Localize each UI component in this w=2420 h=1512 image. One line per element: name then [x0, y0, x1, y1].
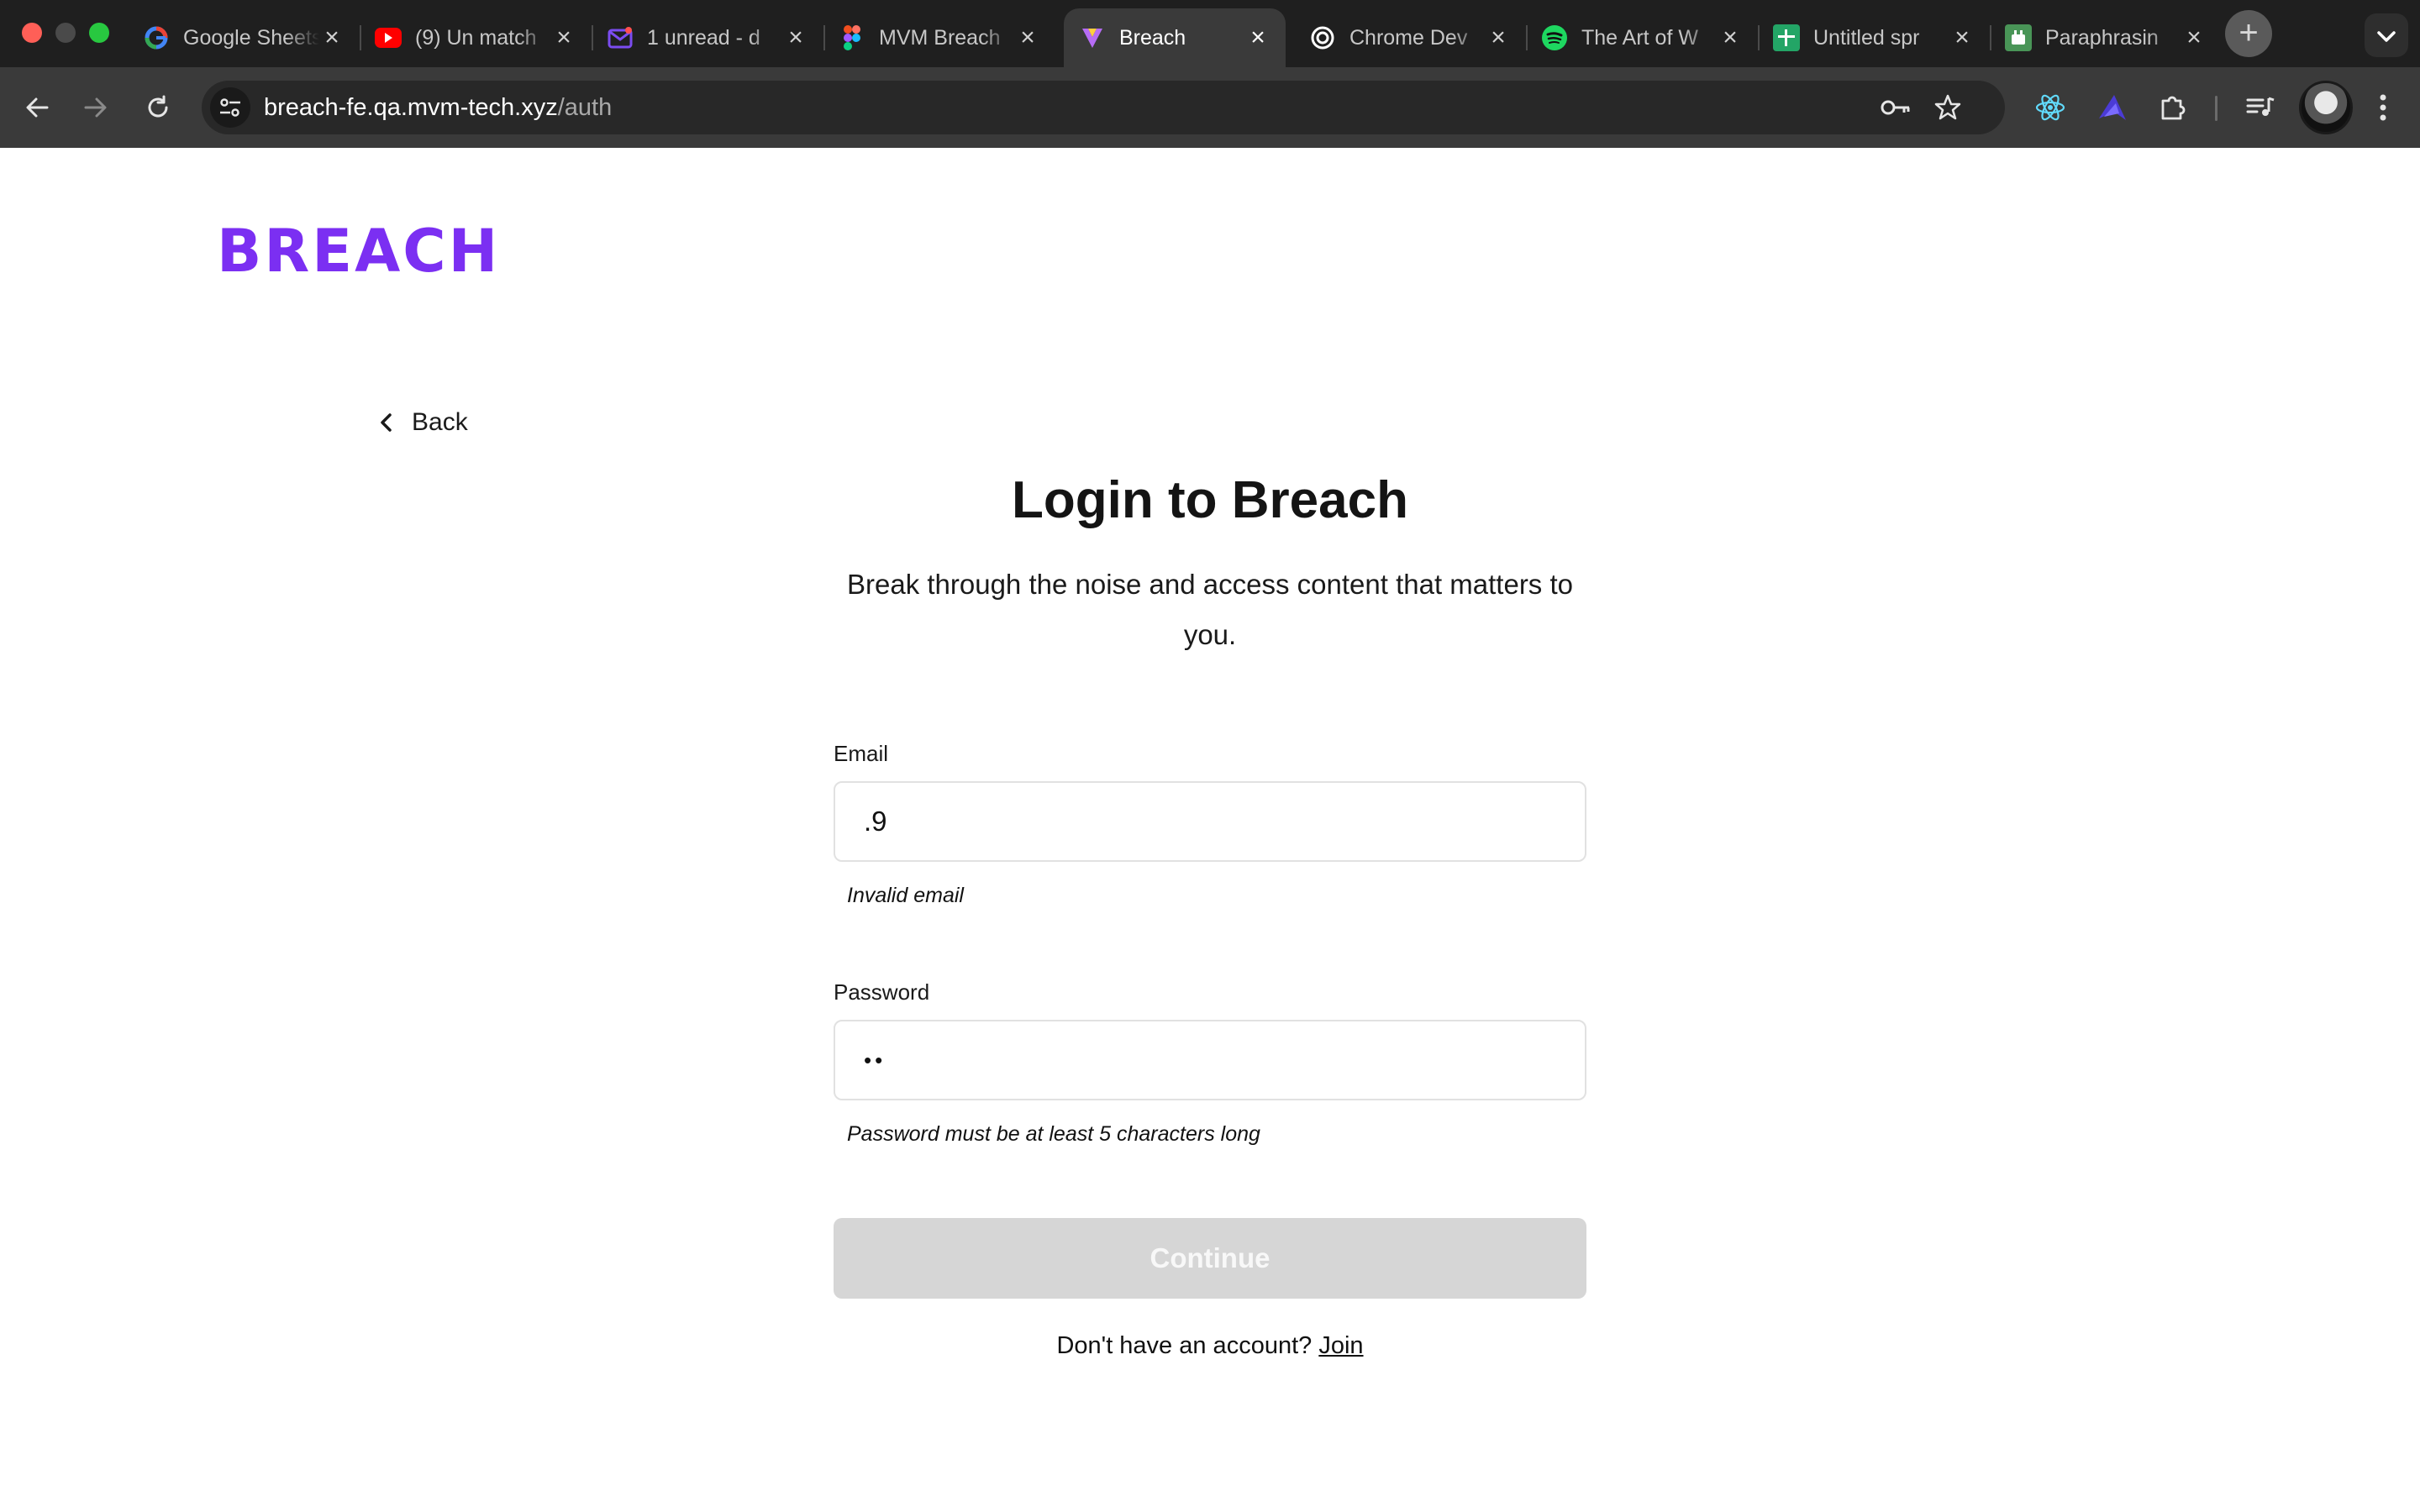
- browser-tab[interactable]: Untitled spr ×: [1758, 8, 1991, 67]
- browser-tab[interactable]: The Art of W ×: [1526, 8, 1760, 67]
- extension-arrow-icon[interactable]: [2089, 84, 2136, 131]
- mail-icon: [607, 24, 634, 51]
- arrow-left-icon: [26, 97, 49, 118]
- browser-tab[interactable]: Paraphrasin ×: [1990, 8, 2222, 67]
- figma-icon: [839, 24, 865, 51]
- minimize-window-button[interactable]: [55, 23, 76, 43]
- maximize-window-button[interactable]: [89, 23, 109, 43]
- more-menu-icon[interactable]: [2360, 84, 2407, 131]
- page-content: BREACH Back Login to Breach Break throug…: [0, 148, 2420, 1512]
- email-error: Invalid email: [847, 884, 964, 907]
- profile-avatar[interactable]: [2299, 81, 2353, 134]
- reload-icon: [148, 95, 168, 118]
- password-label: Password: [834, 979, 930, 1005]
- close-icon[interactable]: ×: [783, 25, 808, 50]
- browser-tab[interactable]: 1 unread - d ×: [592, 8, 825, 67]
- tab-title: MVM Breach: [879, 25, 1001, 50]
- close-icon[interactable]: ×: [1718, 25, 1743, 50]
- forward-nav-button[interactable]: [71, 82, 121, 133]
- close-icon[interactable]: ×: [1486, 25, 1511, 50]
- email-label: Email: [834, 741, 889, 766]
- reload-button[interactable]: [133, 82, 183, 133]
- close-icon[interactable]: ×: [2181, 25, 2207, 50]
- signup-prompt: Don't have an account?: [1056, 1332, 1313, 1359]
- arrow-right-icon: [84, 97, 107, 118]
- url-host: breach-fe.qa.mvm-tech.xyz: [264, 94, 558, 121]
- browser-tab[interactable]: MVM Breach ×: [823, 8, 1055, 67]
- toolbar-divider: [2215, 96, 2217, 121]
- media-queue-icon[interactable]: [2237, 84, 2284, 131]
- page-title: Login to Breach: [1012, 471, 1408, 529]
- close-icon[interactable]: ×: [1015, 25, 1040, 50]
- openai-icon: [1309, 24, 1336, 51]
- sheets-icon: [1773, 24, 1800, 51]
- email-field[interactable]: .9: [834, 781, 1586, 862]
- continue-button[interactable]: Continue: [834, 1218, 1586, 1299]
- tab-title: Paraphrasin: [2045, 25, 2159, 50]
- signup-prompt-row: Don't have an account? Join: [0, 1332, 2420, 1360]
- browser-tab[interactable]: Google Sheets ×: [128, 8, 361, 67]
- url-text[interactable]: breach-fe.qa.mvm-tech.xyz/auth: [264, 81, 612, 134]
- page-subtitle: Break through the noise and access conte…: [846, 569, 1573, 650]
- close-icon[interactable]: ×: [319, 25, 345, 50]
- breach-icon: [1079, 24, 1106, 51]
- google-icon: [143, 24, 170, 51]
- email-value: .9: [864, 806, 887, 837]
- chevron-left-icon: [381, 413, 392, 432]
- url-path: /auth: [557, 94, 613, 121]
- tab-search-button[interactable]: [2365, 13, 2408, 57]
- tab-title: The Art of W: [1581, 25, 1698, 50]
- password-key-icon[interactable]: [1879, 91, 1912, 124]
- browser-tabstrip: Google Sheets × (9) Un match × 1 unread …: [0, 0, 2420, 67]
- password-error: Password must be at least 5 characters l…: [847, 1122, 1260, 1146]
- browser-toolbar: breach-fe.qa.mvm-tech.xyz/auth: [0, 67, 2420, 148]
- join-link[interactable]: Join: [1318, 1332, 1363, 1359]
- tab-title: Chrome Dev: [1349, 25, 1468, 50]
- back-link[interactable]: Back: [378, 408, 468, 437]
- browser-tab[interactable]: (9) Un match ×: [360, 8, 593, 67]
- address-bar[interactable]: breach-fe.qa.mvm-tech.xyz/auth: [202, 81, 2005, 134]
- quillbot-icon: [2005, 24, 2032, 51]
- password-value: ••: [864, 1047, 886, 1073]
- password-field[interactable]: ••: [834, 1020, 1586, 1100]
- close-icon[interactable]: ×: [551, 25, 576, 50]
- close-icon[interactable]: ×: [1245, 25, 1270, 50]
- new-tab-button[interactable]: +: [2225, 10, 2272, 57]
- site-settings-icon[interactable]: [210, 87, 250, 128]
- tab-title: (9) Un match: [415, 25, 537, 50]
- tab-title: Google Sheets: [183, 25, 319, 50]
- spotify-icon: [1541, 24, 1568, 51]
- react-devtools-icon[interactable]: [2027, 84, 2074, 131]
- bookmark-star-icon[interactable]: [1931, 91, 1965, 124]
- close-icon[interactable]: ×: [1949, 25, 1975, 50]
- youtube-icon: [375, 28, 402, 48]
- breach-logo[interactable]: BREACH: [217, 222, 500, 281]
- extensions-puzzle-icon[interactable]: [2149, 84, 2196, 131]
- close-window-button[interactable]: [22, 23, 42, 43]
- tab-title: Untitled spr: [1813, 25, 1920, 50]
- browser-tab-active[interactable]: Breach ×: [1064, 8, 1286, 67]
- tab-title: 1 unread - d: [647, 25, 760, 50]
- back-label: Back: [412, 408, 468, 436]
- tab-title: Breach: [1119, 25, 1186, 50]
- back-nav-button[interactable]: [12, 82, 62, 133]
- browser-tab[interactable]: Chrome Dev ×: [1294, 8, 1528, 67]
